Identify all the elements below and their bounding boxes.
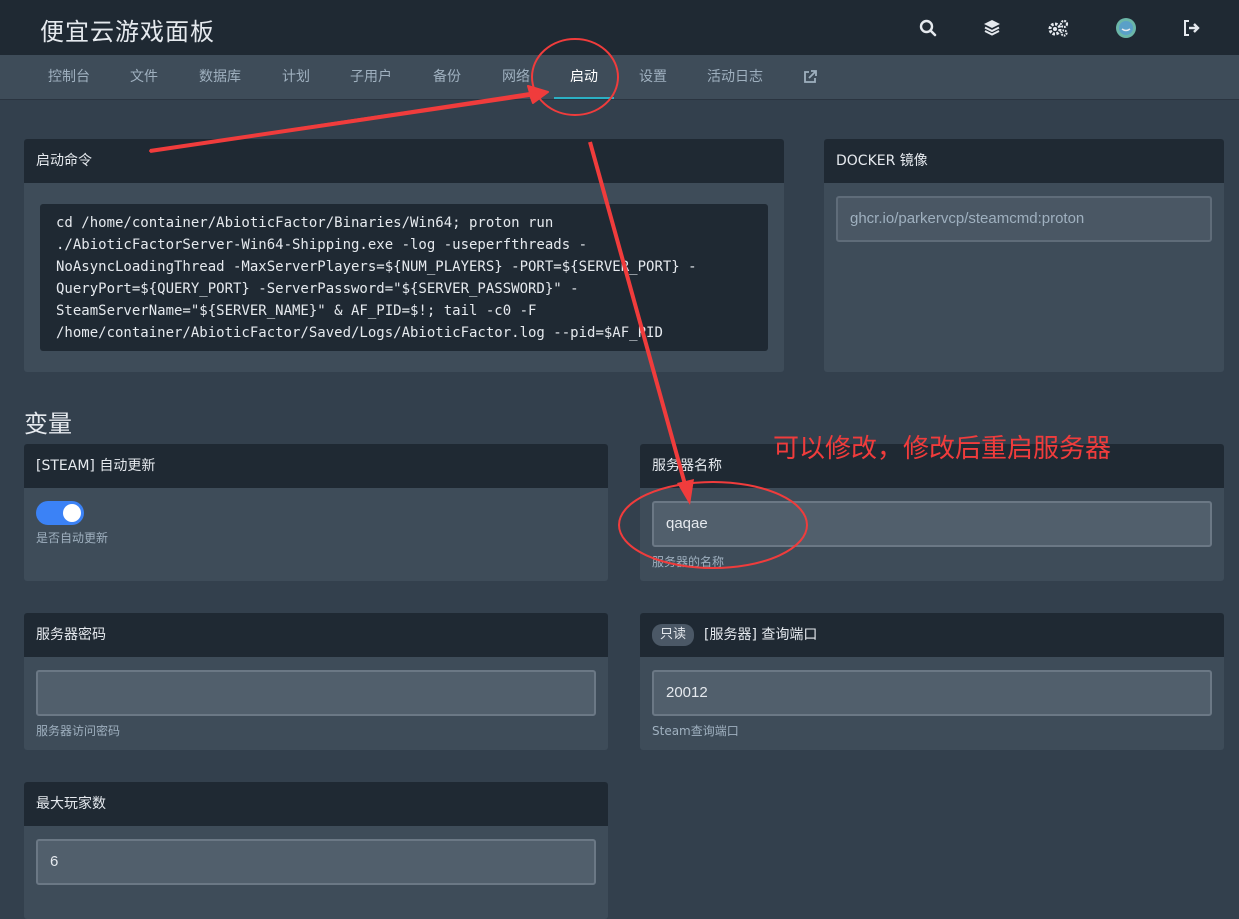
- query-port-header: 只读 [服务器] 查询端口: [640, 613, 1224, 657]
- steam-auto-update-title: [STEAM] 自动更新: [24, 444, 608, 488]
- query-port-title: [服务器] 查询端口: [704, 627, 818, 643]
- docker-image-title: DOCKER 镜像: [824, 139, 1224, 183]
- server-password-input[interactable]: [36, 670, 596, 716]
- max-players-card: 最大玩家数 6: [24, 782, 608, 919]
- query-port-help: Steam查询端口: [652, 724, 739, 738]
- layers-icon[interactable]: [980, 16, 1004, 40]
- tab-users[interactable]: 子用户: [350, 55, 392, 99]
- auto-update-help: 是否自动更新: [36, 531, 109, 545]
- server-password-help: 服务器访问密码: [36, 724, 121, 738]
- logout-icon[interactable]: [1180, 16, 1204, 40]
- docker-image-field[interactable]: ghcr.io/parkervcp/steamcmd:proton: [836, 196, 1212, 242]
- tab-backups[interactable]: 备份: [433, 55, 461, 99]
- read-only-badge: 只读: [652, 624, 695, 646]
- annotation-text: 可以修改，修改后重启服务器: [773, 434, 1112, 464]
- auto-update-toggle[interactable]: [36, 501, 84, 525]
- query-port-input[interactable]: 20012: [652, 670, 1212, 716]
- search-icon[interactable]: [916, 16, 940, 40]
- startup-command-title: 启动命令: [24, 139, 784, 183]
- tab-schedules[interactable]: 计划: [282, 55, 310, 99]
- tab-settings[interactable]: 设置: [639, 55, 667, 99]
- server-password-title: 服务器密码: [24, 613, 608, 657]
- tab-startup[interactable]: 启动: [554, 55, 614, 99]
- server-name-input[interactable]: qaqae: [652, 501, 1212, 547]
- startup-command-card: 启动命令 cd /home/container/AbioticFactor/Bi…: [24, 139, 784, 372]
- server-name-help: 服务器的名称: [652, 555, 725, 569]
- variables-heading: 变量: [24, 410, 72, 438]
- tab-network[interactable]: 网络: [502, 55, 530, 99]
- query-port-card: 只读 [服务器] 查询端口 20012 Steam查询端口: [640, 613, 1224, 750]
- cogs-icon[interactable]: [1046, 16, 1070, 40]
- startup-command-text: cd /home/container/AbioticFactor/Binarie…: [40, 204, 768, 351]
- toggle-knob: [63, 504, 81, 522]
- tab-databases[interactable]: 数据库: [199, 55, 241, 99]
- steam-auto-update-card: [STEAM] 自动更新 是否自动更新: [24, 444, 608, 581]
- server-password-card: 服务器密码 服务器访问密码: [24, 613, 608, 750]
- external-link-icon[interactable]: [803, 55, 817, 99]
- app-title[interactable]: 便宜云游戏面板: [40, 12, 215, 47]
- max-players-title: 最大玩家数: [24, 782, 608, 826]
- max-players-input[interactable]: 6: [36, 839, 596, 885]
- tab-activity[interactable]: 活动日志: [707, 55, 763, 99]
- server-nav: 控制台 文件 数据库 计划 子用户 备份 网络 启动 设置 活动日志: [0, 55, 1239, 100]
- docker-image-card: DOCKER 镜像 ghcr.io/parkervcp/steamcmd:pro…: [824, 139, 1224, 372]
- tab-console[interactable]: 控制台: [48, 55, 90, 99]
- avatar[interactable]: [1114, 16, 1138, 40]
- tab-files[interactable]: 文件: [130, 55, 158, 99]
- top-bar: 便宜云游戏面板: [0, 0, 1239, 55]
